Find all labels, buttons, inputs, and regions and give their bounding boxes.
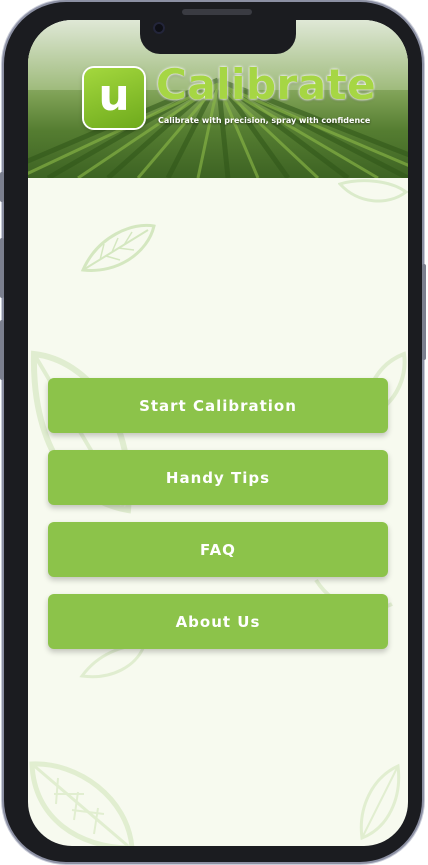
phone-frame: u Calibrate Calibrate with precision, sp… — [0, 2, 426, 862]
about-us-button[interactable]: About Us — [48, 594, 388, 649]
volume-down-button — [0, 320, 4, 380]
leaf-icon — [359, 763, 401, 841]
camera-icon — [153, 22, 165, 34]
app-logo: u — [84, 68, 144, 128]
app-screen: u Calibrate Calibrate with precision, sp… — [28, 20, 408, 846]
volume-up-button — [0, 238, 4, 298]
handy-tips-button[interactable]: Handy Tips — [48, 450, 388, 505]
leaf-icon — [29, 761, 135, 846]
side-button — [0, 172, 4, 202]
leaf-icon — [80, 223, 156, 272]
app-title: Calibrate — [156, 60, 377, 109]
start-calibration-button[interactable]: Start Calibration — [48, 378, 388, 433]
leaf-icon — [338, 179, 408, 203]
faq-button[interactable]: FAQ — [48, 522, 388, 577]
speaker-grille — [182, 9, 252, 15]
main-menu: Start Calibration Handy Tips FAQ About U… — [48, 378, 388, 666]
app-tagline: Calibrate with precision, spray with con… — [158, 116, 371, 125]
power-button — [422, 264, 426, 360]
